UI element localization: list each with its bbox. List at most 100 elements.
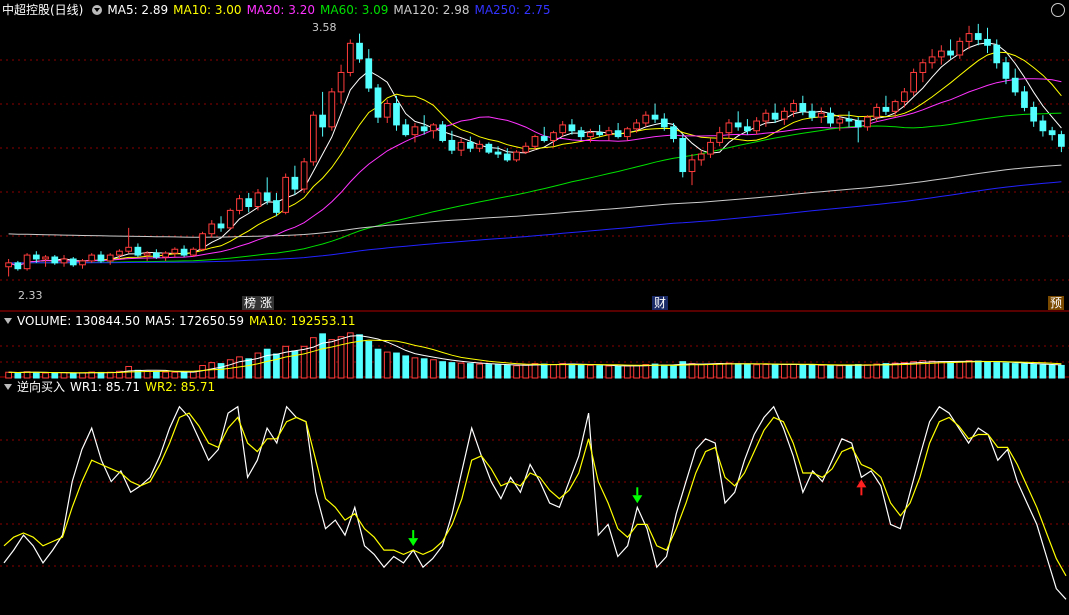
candle-body	[420, 126, 428, 132]
volume-bar	[457, 362, 465, 379]
price-panel-header: 中超控股(日线) MA5: 2.89 MA10: 3.00 MA20: 3.20 MA6…	[0, 1, 556, 19]
volume-bar	[365, 341, 373, 379]
candle-body	[817, 112, 825, 118]
candle-body	[1021, 91, 1028, 108]
event-marker-bang[interactable]: 榜	[242, 296, 259, 310]
volume-bar	[319, 333, 326, 379]
candle-body	[439, 124, 447, 141]
candle-body	[873, 106, 881, 118]
event-marker-cai[interactable]: 财	[652, 296, 669, 310]
volume-label: VOLUME: 130844.50	[17, 314, 140, 328]
candle-body	[134, 246, 142, 256]
moving-average-lines	[8, 42, 1062, 267]
volume-bar	[346, 332, 354, 379]
volume-bar	[494, 364, 502, 379]
candle-body	[660, 118, 668, 128]
volume-bar	[947, 361, 954, 379]
candle-body	[282, 176, 290, 213]
volume-bar	[328, 339, 336, 379]
volume-bar	[310, 337, 317, 379]
volume-bar	[393, 352, 400, 379]
candle-body	[605, 130, 613, 136]
sell-signal-arrow	[856, 479, 867, 488]
collapse-icon[interactable]	[4, 318, 12, 324]
candle-body	[69, 258, 77, 266]
volume-bar	[993, 362, 1001, 379]
candle-body	[466, 141, 474, 149]
candle-body	[245, 198, 253, 208]
candle-body	[485, 143, 493, 153]
candle-body	[23, 254, 31, 270]
ma10-label: MA10: 3.00	[173, 3, 242, 17]
candle-body	[180, 248, 188, 256]
candle-body	[531, 136, 539, 147]
candle-body	[642, 114, 650, 124]
volume-bar	[577, 364, 585, 379]
candle-body	[716, 132, 724, 143]
candle-body	[808, 110, 816, 118]
stock-title[interactable]: 中超控股(日线)	[2, 3, 83, 17]
volume-bar	[245, 358, 253, 379]
candle-body	[346, 42, 354, 73]
wr1-label: WR1: 85.71	[70, 380, 141, 394]
candle-body	[891, 101, 899, 112]
volume-bar	[817, 364, 825, 379]
volume-bar	[263, 348, 271, 379]
volume-bar	[476, 363, 483, 379]
event-marker-yu[interactable]: 预	[1048, 296, 1065, 310]
candle-body	[189, 248, 197, 256]
volume-bar	[550, 364, 557, 379]
candle-body	[60, 258, 68, 264]
candle-body	[171, 248, 179, 254]
event-marker-zhang[interactable]: 涨	[258, 296, 275, 310]
wr-indicator-lines	[3, 405, 1067, 600]
candle-body	[596, 132, 604, 136]
candle-body	[32, 254, 40, 260]
panel-menu-icon[interactable]	[92, 5, 103, 15]
kline-chart	[0, 23, 1069, 600]
candle-body	[226, 209, 234, 229]
candle-body	[928, 56, 936, 64]
indicator-panel-header: 逆向买入 WR1: 85.71 WR2: 85.71	[0, 378, 220, 396]
candle-body	[697, 153, 705, 161]
volume-bar	[670, 365, 677, 379]
candle-body	[1002, 62, 1010, 79]
candle-body	[901, 91, 908, 103]
volume-bar	[282, 345, 290, 379]
candle-body	[744, 126, 751, 132]
collapse-icon[interactable]	[4, 384, 12, 390]
volume-bar	[273, 353, 280, 379]
candle-body	[577, 130, 585, 138]
volume-bar	[1039, 364, 1047, 379]
indicator-name[interactable]: 逆向买入	[17, 380, 65, 394]
volume-bar	[799, 364, 807, 379]
volume-bar	[337, 336, 345, 379]
buy-signal-arrow	[408, 538, 419, 547]
candle-body	[670, 126, 677, 140]
volume-bar	[383, 351, 391, 379]
candle-body	[984, 38, 991, 46]
candle-body	[143, 252, 151, 256]
volume-bar	[522, 364, 530, 379]
high-price-label: 3.58	[312, 21, 337, 34]
volume-bar	[891, 362, 899, 379]
candle-body	[725, 122, 733, 134]
vol-ma5-label: MA5: 172650.59	[145, 314, 244, 328]
candle-body	[1030, 106, 1038, 122]
candle-body	[707, 141, 714, 155]
candle-body	[790, 103, 797, 112]
candle-body	[494, 151, 502, 155]
candlesticks	[5, 23, 1065, 277]
wr1-line	[3, 405, 1067, 600]
candle-body	[503, 153, 511, 161]
close-icon[interactable]	[1051, 3, 1065, 17]
candle-body	[1011, 77, 1019, 93]
volume-bar	[688, 363, 696, 379]
candle-body	[919, 62, 927, 73]
candle-body	[734, 122, 742, 128]
candle-body	[14, 262, 22, 270]
volume-bar	[217, 363, 225, 379]
candle-body	[79, 260, 86, 266]
candle-body	[328, 91, 336, 128]
wr2-line	[3, 412, 1067, 577]
